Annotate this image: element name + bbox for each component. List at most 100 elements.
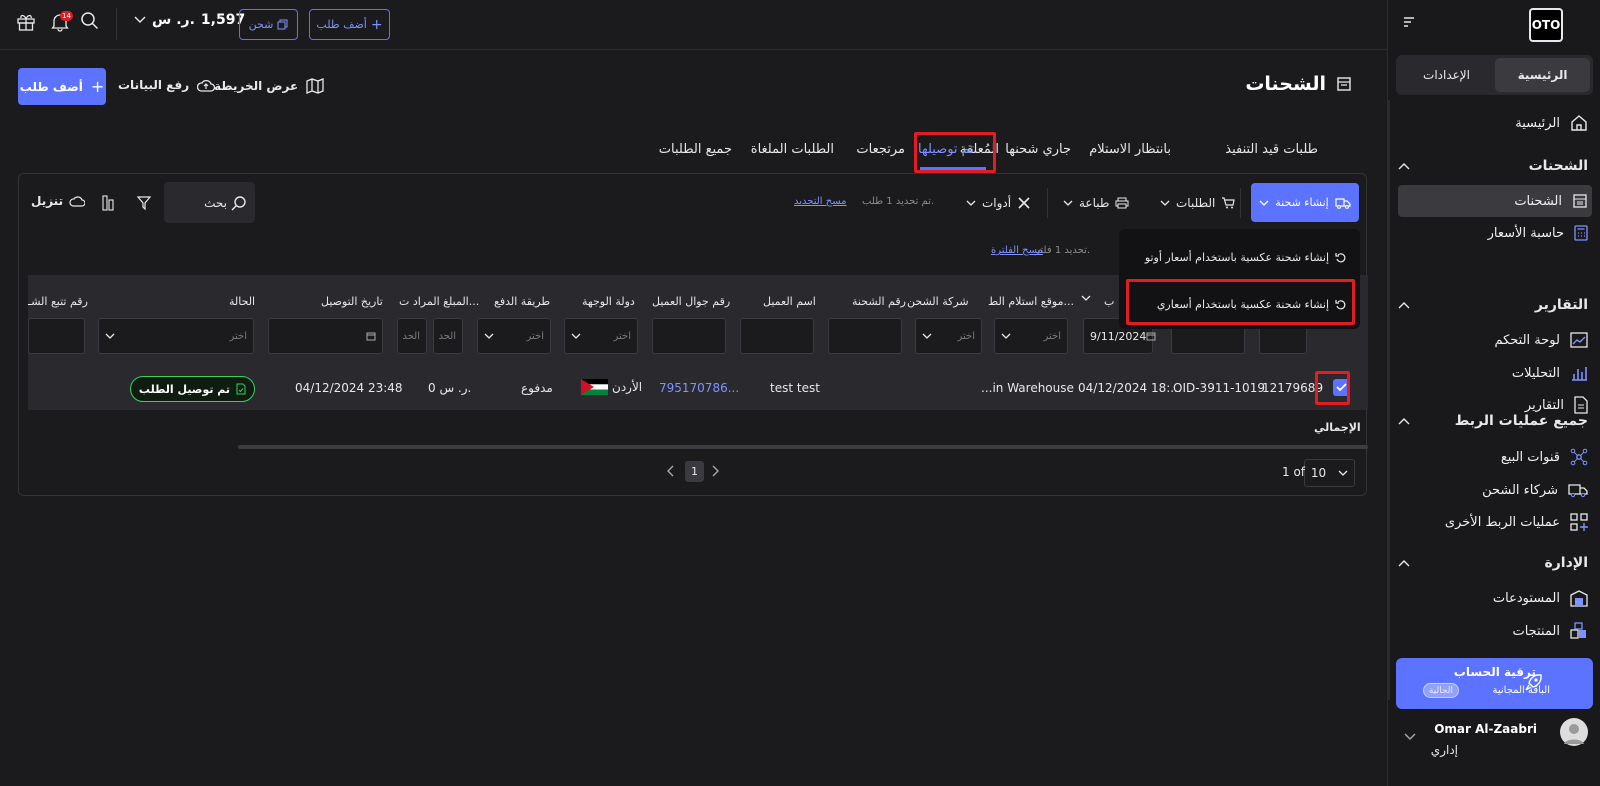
tab-in-progress[interactable]: طلبات قيد التنفيذ: [1225, 142, 1318, 157]
cloud-download-icon: [69, 195, 86, 207]
col-header-amount[interactable]: المبلغ المراد ت...: [399, 295, 479, 308]
col-header-carrier[interactable]: شركة الشحن: [907, 295, 969, 308]
prev-page-icon[interactable]: [667, 465, 675, 477]
filter-amount-min[interactable]: الحد: [397, 318, 427, 354]
filter-payment-select[interactable]: اختر: [477, 318, 551, 354]
tab-shipping[interactable]: جاري شحنها: [1005, 142, 1071, 157]
sidebar-item-products[interactable]: المنتجات: [1398, 615, 1588, 647]
sidebar-item-other-integrations[interactable]: عمليات الربط الأخرى: [1398, 506, 1588, 538]
segment-settings[interactable]: الإعدادات: [1399, 58, 1494, 92]
bar-chart-icon: [1570, 365, 1588, 381]
filter-tracking[interactable]: [28, 318, 85, 354]
add-order-button[interactable]: أضف طلب +: [18, 68, 106, 105]
top-add-order-button[interactable]: أضف طلب +: [309, 9, 390, 40]
chevron-down-icon[interactable]: [1404, 733, 1416, 741]
col-header-delivery-date[interactable]: تاريخ التوصيل: [321, 295, 383, 308]
calendar-icon: [1146, 331, 1156, 341]
sidebar-item-dashboard[interactable]: لوحة التحكم: [1398, 324, 1588, 356]
search-icon[interactable]: [80, 11, 100, 31]
sidebar-item-shipping-partners[interactable]: شركاء الشحن: [1398, 474, 1588, 506]
logo[interactable]: OTO: [1529, 8, 1563, 42]
avatar[interactable]: [1560, 718, 1588, 746]
chevron-down-icon: [571, 333, 581, 339]
undo-icon: [1335, 252, 1346, 263]
sidebar-item-label: المنتجات: [1512, 623, 1560, 639]
col-header-status[interactable]: الحالة: [229, 295, 255, 308]
filter-status-select[interactable]: اختر: [98, 318, 254, 354]
orders-menu-button[interactable]: الطلبات: [1160, 183, 1236, 223]
col-header-pickup[interactable]: موقع استلام الط...: [988, 295, 1074, 308]
sort-chevron-icon[interactable]: [1081, 295, 1091, 301]
status-badge: تم توصيل الطلب: [130, 376, 255, 402]
sidebar-item-shipments[interactable]: الشحنات: [1398, 185, 1592, 217]
chevron-down-icon: [1259, 200, 1269, 206]
filter-pickup-select[interactable]: اختر: [994, 318, 1068, 354]
filter-carrier-select[interactable]: اختر: [915, 318, 982, 354]
columns-icon[interactable]: [102, 195, 114, 211]
calculator-icon: [1574, 225, 1588, 241]
filter-country-select[interactable]: اختر: [564, 318, 638, 354]
cell-oid: OID-3911-1019: [1173, 381, 1265, 395]
selected-count-note: تم تحديد 1 طلب.: [862, 196, 935, 207]
chevron-down-icon: [1001, 333, 1011, 339]
upload-data-button[interactable]: رفع البيانات: [118, 78, 216, 92]
chevron-down-icon: [1063, 200, 1073, 206]
sidebar-item-label: قنوات البيع: [1500, 449, 1560, 465]
search-input[interactable]: بحث: [164, 182, 255, 223]
section-reports[interactable]: التقارير: [1398, 293, 1588, 317]
sidebar-item-sales-channels[interactable]: قنوات البيع: [1398, 441, 1588, 473]
gift-icon[interactable]: [16, 12, 36, 32]
upgrade-account-card[interactable]: ترقية الحساب الباقة المجانية الحالية: [1396, 658, 1593, 709]
print-button[interactable]: طباعة: [1063, 183, 1129, 223]
divider: [1047, 188, 1048, 218]
sidebar-item-analytics[interactable]: التحليلات: [1398, 357, 1588, 389]
reverse-shipment-oto-rates-item[interactable]: إنشاء شحنة عكسية باستخدام أسعار أوتو: [1145, 251, 1346, 264]
sidebar-item-home[interactable]: الرئيسية: [1398, 107, 1588, 139]
col-header-shipment-no[interactable]: رقم الشحنة: [852, 295, 906, 308]
user-role: إداري: [1430, 743, 1458, 757]
filter-amount-max[interactable]: الحد: [433, 318, 463, 354]
filter-icon[interactable]: [137, 196, 151, 210]
col-header-phone[interactable]: رقم جوال العميل: [652, 295, 730, 308]
sidebar-item-label: الشحنات: [1514, 193, 1562, 209]
section-shipments[interactable]: الشحنات: [1398, 154, 1588, 178]
create-shipment-button[interactable]: إنشاء شحنة: [1251, 183, 1359, 222]
ship-button[interactable]: شحن: [239, 9, 298, 40]
clear-filter-link[interactable]: مسح الفلترة: [991, 245, 1043, 256]
col-header-payment[interactable]: طريقة الدفع: [494, 295, 550, 308]
filter-customer[interactable]: [740, 318, 814, 354]
next-page-icon[interactable]: [711, 465, 719, 477]
section-management[interactable]: الإدارة: [1398, 551, 1588, 575]
sidebar-scrollbar[interactable]: [1387, 100, 1390, 700]
tab-returns[interactable]: مرتجعات: [856, 142, 905, 157]
cell-country: الأردن: [581, 379, 642, 395]
chevron-down-icon: [1160, 200, 1170, 206]
clear-selection-link[interactable]: مسح التحديد: [794, 196, 847, 207]
tab-all-orders[interactable]: جميع الطلبات: [659, 142, 732, 157]
horizontal-scrollbar[interactable]: [238, 445, 1368, 449]
tab-awaiting-pickup[interactable]: بانتظار الاستلام: [1089, 142, 1171, 157]
col-header-customer[interactable]: اسم العميل: [763, 295, 816, 308]
home-settings-toggle: الرئيسية الإعدادات: [1396, 55, 1593, 95]
tab-cancelled[interactable]: الطلبات الملغاة: [751, 142, 834, 157]
filter-phone[interactable]: [652, 318, 726, 354]
col-header-tracking[interactable]: رقم تتبع الشـ: [28, 295, 88, 308]
sidebar-item-warehouses[interactable]: المستودعات: [1398, 582, 1588, 614]
map-view-button[interactable]: عرض الخريطة: [214, 78, 324, 94]
section-integrations[interactable]: جميع عمليات الربط: [1398, 409, 1588, 433]
cell-phone[interactable]: 795170786...: [659, 381, 739, 395]
collapse-menu-icon[interactable]: [1402, 15, 1416, 29]
col-header-country[interactable]: دولة الوجهة: [582, 295, 635, 308]
filter-shipment-no[interactable]: [828, 318, 902, 354]
page-size-select[interactable]: 10: [1304, 459, 1355, 487]
balance-widget[interactable]: ر. س. 1,597: [134, 12, 245, 28]
sidebar-item-price-calculator[interactable]: حاسبة الأسعار: [1398, 217, 1588, 249]
segment-home[interactable]: الرئيسية: [1495, 58, 1590, 92]
filter-delivery-date[interactable]: [268, 318, 383, 354]
page-1-button[interactable]: 1: [685, 461, 704, 482]
home-icon: [1570, 114, 1588, 132]
tools-button[interactable]: أدوات: [966, 183, 1031, 223]
copy-icon: [277, 19, 288, 30]
download-button[interactable]: تنزيل: [31, 194, 86, 208]
table-row[interactable]: 12179689 OID-3911-1019 04/12/2024 18:...…: [28, 367, 1368, 409]
